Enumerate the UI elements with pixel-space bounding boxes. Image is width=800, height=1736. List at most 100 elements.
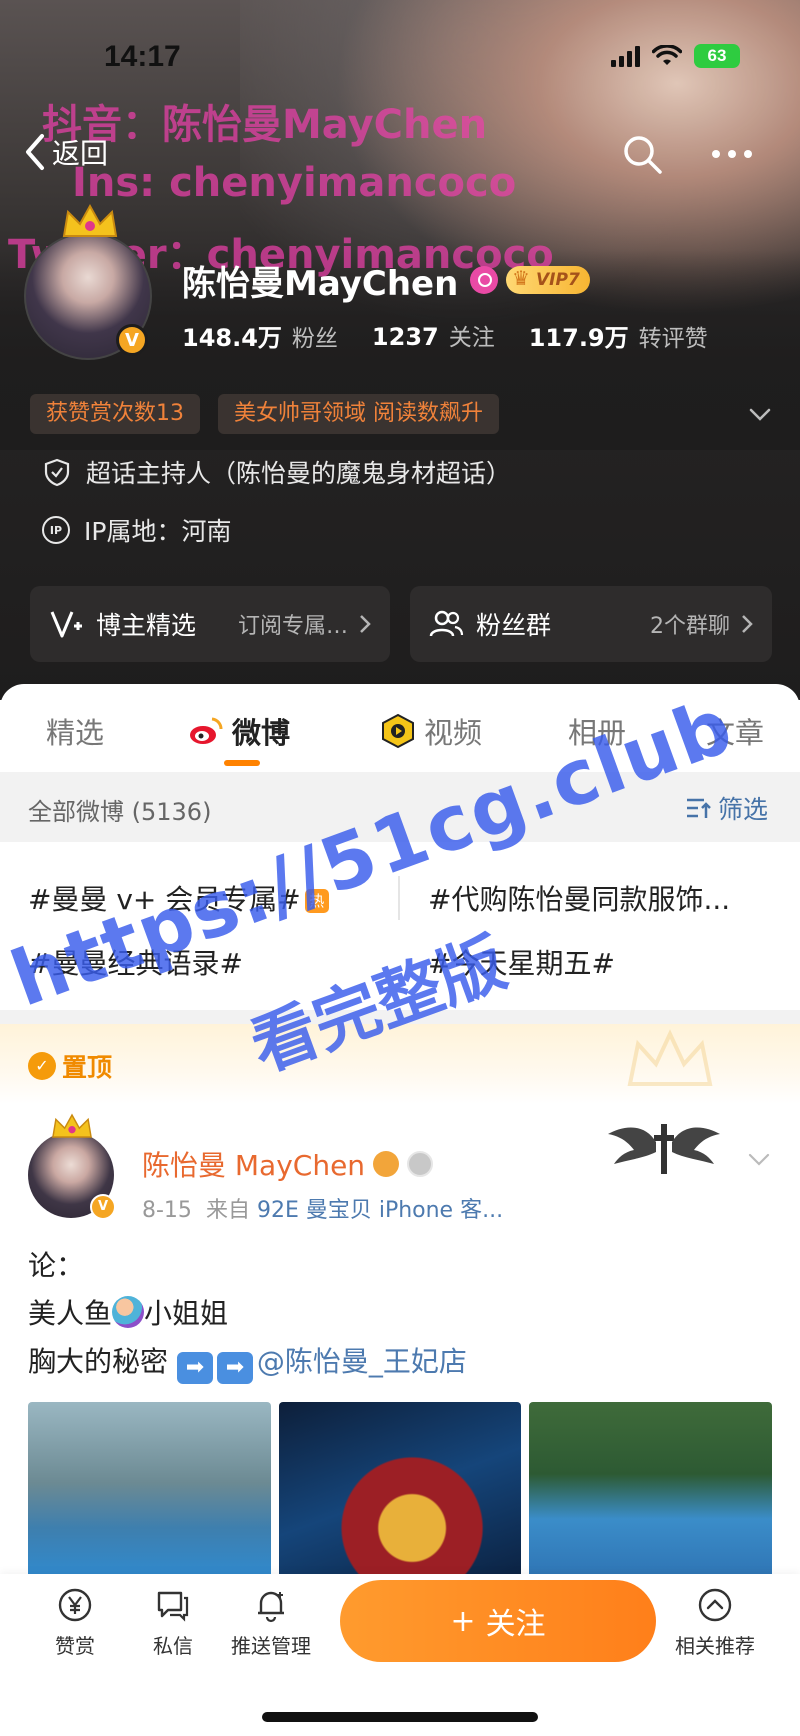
arrow-right-emoji-icon: ➡ bbox=[176, 1352, 213, 1384]
post-source[interactable]: 92E 曼宝贝 iPhone 客... bbox=[257, 1198, 503, 1223]
active-tab-indicator bbox=[224, 760, 260, 766]
arrow-right-emoji-icon: ➡ bbox=[216, 1352, 253, 1384]
bell-icon bbox=[258, 1591, 284, 1623]
fan-group-card[interactable]: 粉丝群 2个群聊 bbox=[410, 586, 772, 662]
verified-badge-icon: V bbox=[116, 324, 148, 356]
fan-medal-icon bbox=[373, 1151, 400, 1177]
verified-badge-icon: V bbox=[90, 1194, 116, 1220]
topic-shopping[interactable]: #代购陈怡曼同款服饰... bbox=[428, 878, 730, 918]
v-plus-icon bbox=[50, 611, 82, 638]
tab-label: 视频 bbox=[424, 716, 483, 750]
search-icon[interactable] bbox=[620, 132, 664, 176]
profile-avatar[interactable]: V bbox=[24, 203, 152, 360]
post-author[interactable]: 陈怡曼 MayChen bbox=[142, 1144, 434, 1184]
plus-icon: + bbox=[450, 1603, 476, 1639]
post-text-line2: 美人鱼 小姐姐 bbox=[28, 1296, 229, 1330]
ip-location-text: IP属地：河南 bbox=[84, 517, 232, 546]
crown-icon bbox=[52, 1113, 92, 1138]
action-label: 私信 bbox=[153, 1634, 193, 1658]
post-image[interactable] bbox=[28, 1402, 271, 1582]
back-label: 返回 bbox=[52, 137, 109, 170]
tag-domain[interactable]: 美女帅哥领域 阅读数飙升 bbox=[218, 394, 499, 434]
topic-friday[interactable]: #今天星期五# bbox=[428, 942, 615, 982]
chevron-right-icon bbox=[360, 615, 371, 633]
super-topic-text: 超话主持人（陈怡曼的魔鬼身材超话） bbox=[86, 459, 512, 488]
chat-icon bbox=[157, 1591, 189, 1622]
action-label: 赞赏 bbox=[55, 1634, 95, 1658]
tab-label: 相册 bbox=[568, 716, 627, 750]
shield-icon bbox=[44, 458, 70, 487]
post-text-line1: 论： bbox=[28, 1249, 85, 1282]
tab-album[interactable]: 相册 bbox=[568, 710, 626, 752]
mention-link[interactable]: @陈怡曼_王妃店 bbox=[257, 1345, 467, 1378]
reward-button[interactable]: 赞赏 bbox=[30, 1586, 120, 1659]
tab-articles[interactable]: 文章 bbox=[706, 710, 764, 752]
filter-button[interactable]: 筛选 bbox=[684, 790, 768, 826]
battery-icon: 63 bbox=[694, 44, 740, 68]
post-avatar[interactable]: V bbox=[28, 1113, 116, 1220]
post-source-prefix: 来自 bbox=[205, 1198, 250, 1223]
silver-medal-icon bbox=[407, 1151, 434, 1177]
bottom-action-bar: 赞赏 私信 推送管理 + 关注 相关推荐 bbox=[0, 1574, 800, 1736]
ip-location-row: IP IP属地：河南 bbox=[42, 512, 231, 548]
card-title: 粉丝群 bbox=[476, 611, 552, 640]
action-label: 推送管理 bbox=[231, 1634, 311, 1658]
wifi-icon bbox=[652, 45, 682, 65]
header-watermark-line1: 抖音：陈怡曼MayChen bbox=[42, 102, 488, 148]
topic-list: #曼曼 v+ 会员专属# 热 #代购陈怡曼同款服饰... #曼曼经典语录# #今天… bbox=[0, 842, 800, 1012]
profile-tabs: 精选 微博 视频 相册 文章 bbox=[0, 684, 800, 772]
super-topic-row[interactable]: 超话主持人（陈怡曼的魔鬼身材超话） bbox=[42, 454, 511, 490]
card-title: 博主精选 bbox=[96, 611, 197, 640]
profile-stats: 148.4万 粉丝 1237 关注 117.9万 转评赞 bbox=[182, 318, 708, 353]
tab-weibo[interactable]: 微博 bbox=[188, 710, 290, 752]
blogger-picks-card[interactable]: 博主精选 订阅专属… bbox=[30, 586, 390, 662]
post-meta: 8-15 来自 92E 曼宝贝 iPhone 客... bbox=[142, 1192, 503, 1224]
crown-decoration-icon bbox=[627, 1029, 713, 1086]
mermaid-emoji-icon bbox=[112, 1296, 145, 1328]
crown-icon bbox=[62, 203, 118, 237]
pinned-banner: ✓ 置顶 bbox=[0, 1024, 800, 1104]
post-image[interactable] bbox=[529, 1402, 773, 1582]
status-icons: 63 bbox=[611, 44, 740, 68]
post-text-line3: 胸大的秘密 ➡ ➡ @陈怡曼_王妃店 bbox=[28, 1340, 467, 1384]
message-button[interactable]: 私信 bbox=[128, 1586, 218, 1659]
pin-icon: ✓ bbox=[28, 1052, 56, 1080]
chevron-down-icon[interactable] bbox=[746, 400, 774, 428]
stat-label: 关注 bbox=[448, 325, 495, 351]
more-options-icon[interactable] bbox=[712, 150, 752, 158]
pinned-text: 置顶 bbox=[62, 1053, 113, 1082]
post-image[interactable] bbox=[278, 1402, 522, 1582]
tag-reward-count[interactable]: 获赞赏次数13 bbox=[30, 394, 200, 434]
post-images bbox=[28, 1402, 773, 1582]
related-recommendations-button[interactable]: 相关推荐 bbox=[670, 1586, 760, 1659]
hot-badge: 热 bbox=[304, 889, 329, 913]
stat-followers[interactable]: 148.4万 粉丝 bbox=[182, 318, 338, 353]
tab-label: 精选 bbox=[46, 716, 105, 750]
filter-icon bbox=[687, 798, 711, 818]
back-button[interactable]: 返回 bbox=[22, 132, 108, 172]
tab-video[interactable]: 视频 bbox=[380, 710, 482, 752]
chevron-right-icon bbox=[742, 615, 753, 633]
chevron-left-icon bbox=[26, 134, 44, 170]
topic-vip[interactable]: #曼曼 v+ 会员专属# 热 bbox=[28, 878, 329, 918]
stat-label: 转评赞 bbox=[638, 326, 708, 352]
vip-badge[interactable]: VIP7 bbox=[506, 264, 590, 294]
card-subtitle: 2个群聊 bbox=[650, 614, 730, 639]
yen-coin-icon bbox=[58, 1588, 92, 1622]
profile-name: 陈怡曼MayChen bbox=[182, 264, 459, 304]
filter-label: 筛选 bbox=[718, 795, 769, 824]
tab-featured[interactable]: 精选 bbox=[46, 710, 104, 752]
stat-interactions[interactable]: 117.9万 转评赞 bbox=[529, 318, 708, 353]
stat-following[interactable]: 1237 关注 bbox=[372, 318, 495, 353]
pinned-label: ✓ 置顶 bbox=[28, 1048, 112, 1084]
video-icon bbox=[382, 713, 414, 749]
super-topic-icon[interactable] bbox=[470, 266, 498, 294]
chevron-down-icon[interactable] bbox=[746, 1146, 772, 1172]
follow-button[interactable]: + 关注 bbox=[340, 1580, 656, 1662]
wings-cross-decoration-icon bbox=[608, 1124, 720, 1174]
ip-icon: IP bbox=[42, 516, 70, 544]
stat-value: 1237 bbox=[371, 323, 439, 351]
topic-quotes[interactable]: #曼曼经典语录# bbox=[28, 942, 243, 982]
push-settings-button[interactable]: 推送管理 bbox=[226, 1586, 316, 1659]
profile-header: 抖音：陈怡曼MayChen Ins: chenyimancoco Twitter… bbox=[0, 0, 800, 700]
